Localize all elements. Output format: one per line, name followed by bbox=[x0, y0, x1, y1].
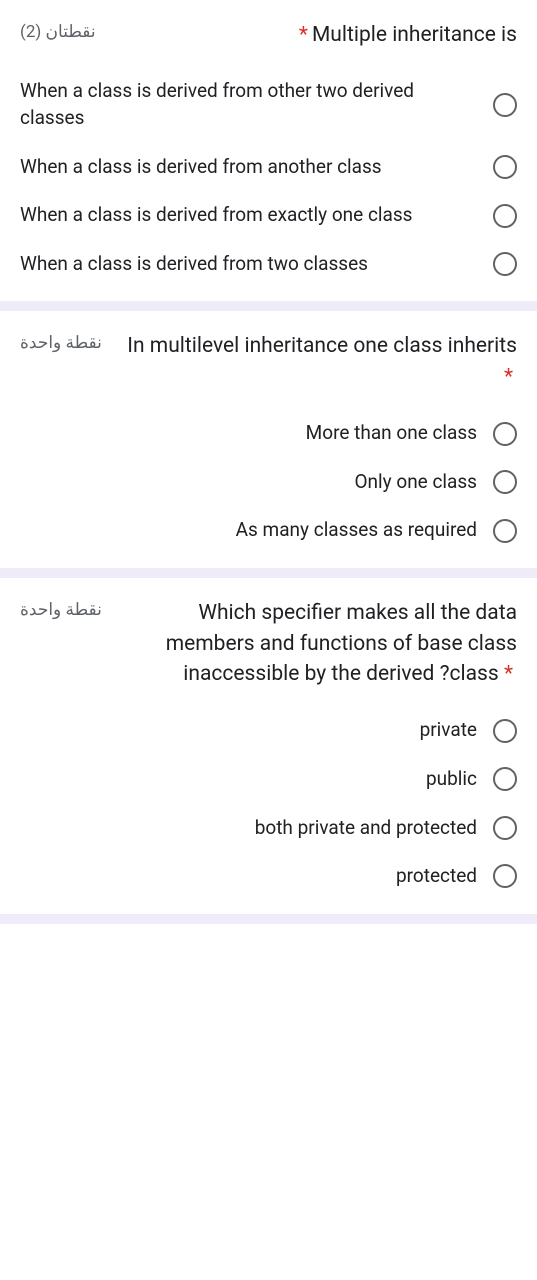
option-row[interactable]: When a class is derived from exactly one… bbox=[20, 202, 517, 229]
radio-icon[interactable] bbox=[493, 93, 517, 117]
radio-icon[interactable] bbox=[493, 719, 517, 743]
option-row[interactable]: When a class is derived from another cla… bbox=[20, 154, 517, 181]
question-title: In multilevel inheritance one class inhe… bbox=[102, 331, 517, 392]
radio-icon[interactable] bbox=[493, 470, 517, 494]
option-row[interactable]: public bbox=[20, 766, 517, 793]
required-marker: * bbox=[299, 23, 308, 47]
question-header: نقطة واحدة In multilevel inheritance one… bbox=[20, 331, 517, 392]
question-block: نقطتان (2) *Multiple inheritance is When… bbox=[0, 0, 537, 311]
options-group: When a class is derived from other two d… bbox=[20, 78, 517, 277]
option-label: When a class is derived from exactly one… bbox=[20, 202, 477, 229]
question-title-text: In multilevel inheritance one class inhe… bbox=[127, 334, 517, 358]
required-marker: * bbox=[504, 662, 513, 686]
radio-icon[interactable] bbox=[493, 252, 517, 276]
radio-icon[interactable] bbox=[493, 422, 517, 446]
question-title: Which specifier makes all the data membe… bbox=[102, 598, 517, 689]
question-points: نقطة واحدة bbox=[20, 598, 102, 620]
option-label: When a class is derived from other two d… bbox=[20, 78, 477, 131]
question-points: نقطتان (2) bbox=[20, 20, 96, 42]
option-label: More than one class bbox=[20, 420, 477, 447]
option-row[interactable]: both private and protected bbox=[20, 815, 517, 842]
option-label: As many classes as required bbox=[20, 517, 477, 544]
question-header: نقطة واحدة Which specifier makes all the… bbox=[20, 598, 517, 689]
option-row[interactable]: When a class is derived from other two d… bbox=[20, 78, 517, 131]
radio-icon[interactable] bbox=[493, 519, 517, 543]
option-label: When a class is derived from two classes bbox=[20, 251, 477, 278]
question-title: *Multiple inheritance is bbox=[96, 20, 517, 50]
question-title-text: Multiple inheritance is bbox=[312, 23, 517, 47]
question-points: نقطة واحدة bbox=[20, 331, 102, 353]
radio-icon[interactable] bbox=[493, 767, 517, 791]
radio-icon[interactable] bbox=[493, 816, 517, 840]
option-row[interactable]: private bbox=[20, 717, 517, 744]
question-header: نقطتان (2) *Multiple inheritance is bbox=[20, 20, 517, 50]
option-label: public bbox=[20, 766, 477, 793]
option-label: private bbox=[20, 717, 477, 744]
options-group: private public both private and protecte… bbox=[20, 717, 517, 889]
option-row[interactable]: As many classes as required bbox=[20, 517, 517, 544]
option-row[interactable]: More than one class bbox=[20, 420, 517, 447]
question-block: نقطة واحدة Which specifier makes all the… bbox=[0, 578, 537, 924]
required-marker: * bbox=[504, 365, 513, 389]
question-title-text: Which specifier makes all the data membe… bbox=[166, 601, 517, 686]
radio-icon[interactable] bbox=[493, 155, 517, 179]
radio-icon[interactable] bbox=[493, 864, 517, 888]
options-group: More than one class Only one class As ma… bbox=[20, 420, 517, 544]
option-label: When a class is derived from another cla… bbox=[20, 154, 477, 181]
option-label: Only one class bbox=[20, 469, 477, 496]
option-row[interactable]: Only one class bbox=[20, 469, 517, 496]
option-label: both private and protected bbox=[20, 815, 477, 842]
option-label: protected bbox=[20, 863, 477, 890]
question-block: نقطة واحدة In multilevel inheritance one… bbox=[0, 311, 537, 578]
radio-icon[interactable] bbox=[493, 204, 517, 228]
option-row[interactable]: When a class is derived from two classes bbox=[20, 251, 517, 278]
option-row[interactable]: protected bbox=[20, 863, 517, 890]
